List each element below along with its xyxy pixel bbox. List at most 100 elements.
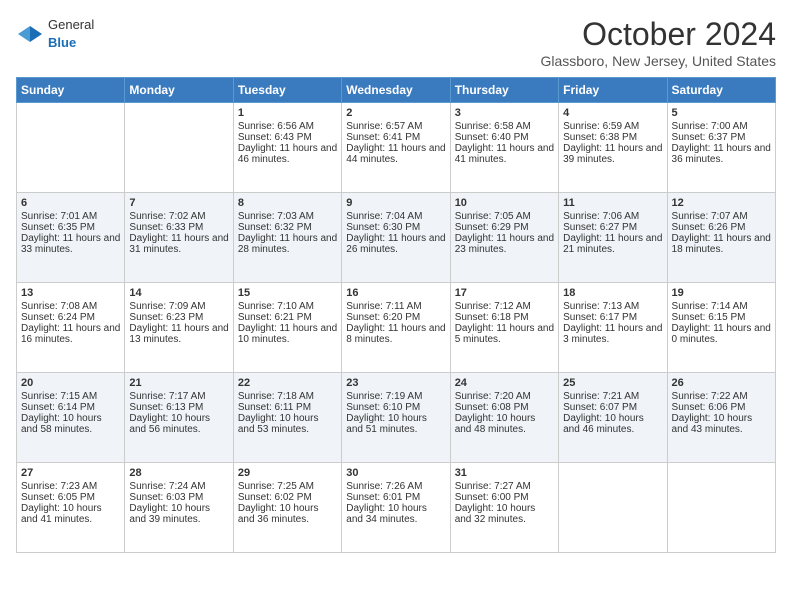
day-info: Daylight: 10 hours and 36 minutes. <box>238 503 337 525</box>
day-number: 14 <box>129 287 228 299</box>
day-info: Sunrise: 7:01 AM <box>21 211 120 222</box>
calendar-cell: 12Sunrise: 7:07 AMSunset: 6:26 PMDayligh… <box>667 193 775 283</box>
day-info: Sunrise: 7:03 AM <box>238 211 337 222</box>
day-info: Sunset: 6:10 PM <box>346 402 445 413</box>
day-info: Daylight: 10 hours and 34 minutes. <box>346 503 445 525</box>
day-number: 7 <box>129 197 228 209</box>
calendar-table: SundayMondayTuesdayWednesdayThursdayFrid… <box>16 77 776 553</box>
day-info: Daylight: 11 hours and 0 minutes. <box>672 323 771 345</box>
day-info: Sunset: 6:38 PM <box>563 132 662 143</box>
day-info: Sunrise: 7:24 AM <box>129 481 228 492</box>
day-info: Sunrise: 7:06 AM <box>563 211 662 222</box>
calendar-cell: 6Sunrise: 7:01 AMSunset: 6:35 PMDaylight… <box>17 193 125 283</box>
day-info: Sunrise: 6:59 AM <box>563 121 662 132</box>
day-info: Sunrise: 7:12 AM <box>455 301 554 312</box>
day-info: Daylight: 11 hours and 26 minutes. <box>346 233 445 255</box>
day-info: Sunrise: 7:04 AM <box>346 211 445 222</box>
day-number: 1 <box>238 107 337 119</box>
day-number: 27 <box>21 467 120 479</box>
logo: General Blue <box>16 16 94 52</box>
day-info: Daylight: 11 hours and 13 minutes. <box>129 323 228 345</box>
day-number: 12 <box>672 197 771 209</box>
day-number: 17 <box>455 287 554 299</box>
logo-blue: Blue <box>48 35 76 50</box>
day-info: Daylight: 11 hours and 39 minutes. <box>563 143 662 165</box>
day-number: 9 <box>346 197 445 209</box>
calendar-cell: 23 Sunrise: 7:19 AMSunset: 6:10 PMDayligh… <box>342 373 450 463</box>
header-cell-saturday: Saturday <box>667 78 775 103</box>
day-info: Daylight: 11 hours and 41 minutes. <box>455 143 554 165</box>
day-number: 15 <box>238 287 337 299</box>
calendar-body: 1Sunrise: 6:56 AMSunset: 6:43 PMDaylight… <box>17 103 776 553</box>
calendar-cell: 25Sunrise: 7:21 AMSunset: 6:07 PMDayligh… <box>559 373 667 463</box>
day-info: Sunset: 6:14 PM <box>21 402 120 413</box>
day-info: Daylight: 11 hours and 44 minutes. <box>346 143 445 165</box>
day-info: Daylight: 10 hours and 56 minutes. <box>129 413 228 435</box>
day-info: Sunset: 6:21 PM <box>238 312 337 323</box>
day-number: 4 <box>563 107 662 119</box>
day-info: Daylight: 10 hours and 43 minutes. <box>672 413 771 435</box>
calendar-cell: 26Sunrise: 7:22 AMSunset: 6:06 PMDayligh… <box>667 373 775 463</box>
day-info: Daylight: 11 hours and 23 minutes. <box>455 233 554 255</box>
day-number: 20 <box>21 377 120 389</box>
day-info: Sunset: 6:27 PM <box>563 222 662 233</box>
day-number: 29 <box>238 467 337 479</box>
day-info: Sunset: 6:23 PM <box>129 312 228 323</box>
day-info: Sunrise: 7:25 AM <box>238 481 337 492</box>
calendar-cell: 17Sunrise: 7:12 AMSunset: 6:18 PMDayligh… <box>450 283 558 373</box>
day-number: 31 <box>455 467 554 479</box>
day-info: Daylight: 10 hours and 46 minutes. <box>563 413 662 435</box>
day-info: Sunrise: 7:21 AM <box>563 391 662 402</box>
calendar-cell <box>17 103 125 193</box>
day-info: Sunset: 6:00 PM <box>455 492 554 503</box>
day-info: Daylight: 11 hours and 5 minutes. <box>455 323 554 345</box>
calendar-cell: 2Sunrise: 6:57 AMSunset: 6:41 PMDaylight… <box>342 103 450 193</box>
day-info: Sunrise: 7:19 AM <box>346 391 445 402</box>
day-info: Sunrise: 7:23 AM <box>21 481 120 492</box>
day-info: Sunset: 6:17 PM <box>563 312 662 323</box>
day-info: Sunset: 6:32 PM <box>238 222 337 233</box>
logo-text: General Blue <box>48 16 94 52</box>
day-number: 11 <box>563 197 662 209</box>
day-info: Daylight: 11 hours and 36 minutes. <box>672 143 771 165</box>
day-info: Daylight: 11 hours and 46 minutes. <box>238 143 337 165</box>
day-info: Sunset: 6:40 PM <box>455 132 554 143</box>
calendar-week-2: 6Sunrise: 7:01 AMSunset: 6:35 PMDaylight… <box>17 193 776 283</box>
day-info: Daylight: 11 hours and 18 minutes. <box>672 233 771 255</box>
calendar-cell: 24Sunrise: 7:20 AMSunset: 6:08 PMDayligh… <box>450 373 558 463</box>
calendar-cell: 31Sunrise: 7:27 AMSunset: 6:00 PMDayligh… <box>450 463 558 553</box>
calendar-cell: 10Sunrise: 7:05 AMSunset: 6:29 PMDayligh… <box>450 193 558 283</box>
day-info: Daylight: 11 hours and 16 minutes. <box>21 323 120 345</box>
day-info: Sunrise: 7:08 AM <box>21 301 120 312</box>
calendar-cell: 3Sunrise: 6:58 AMSunset: 6:40 PMDaylight… <box>450 103 558 193</box>
calendar-cell: 14Sunrise: 7:09 AMSunset: 6:23 PMDayligh… <box>125 283 233 373</box>
day-info: Sunset: 6:07 PM <box>563 402 662 413</box>
calendar-week-5: 27Sunrise: 7:23 AMSunset: 6:05 PMDayligh… <box>17 463 776 553</box>
day-info: Sunrise: 7:00 AM <box>672 121 771 132</box>
day-info: Daylight: 11 hours and 10 minutes. <box>238 323 337 345</box>
day-info: Sunset: 6:02 PM <box>238 492 337 503</box>
day-info: Daylight: 10 hours and 32 minutes. <box>455 503 554 525</box>
day-info: Daylight: 10 hours and 48 minutes. <box>455 413 554 435</box>
day-number: 6 <box>21 197 120 209</box>
day-info: Sunrise: 7:14 AM <box>672 301 771 312</box>
day-number: 2 <box>346 107 445 119</box>
day-number: 21 <box>129 377 228 389</box>
calendar-cell: 13Sunrise: 7:08 AMSunset: 6:24 PMDayligh… <box>17 283 125 373</box>
day-info: Sunset: 6:24 PM <box>21 312 120 323</box>
day-info: Daylight: 11 hours and 3 minutes. <box>563 323 662 345</box>
day-info: Sunrise: 7:26 AM <box>346 481 445 492</box>
day-number: 16 <box>346 287 445 299</box>
header-cell-tuesday: Tuesday <box>233 78 341 103</box>
calendar-cell: 16Sunrise: 7:11 AMSunset: 6:20 PMDayligh… <box>342 283 450 373</box>
day-number: 23 <box>346 377 445 389</box>
day-info: Daylight: 10 hours and 51 minutes. <box>346 413 445 435</box>
day-number: 26 <box>672 377 771 389</box>
location: Glassboro, New Jersey, United States <box>540 53 776 69</box>
day-info: Sunset: 6:37 PM <box>672 132 771 143</box>
calendar-cell: 27Sunrise: 7:23 AMSunset: 6:05 PMDayligh… <box>17 463 125 553</box>
day-info: Sunset: 6:03 PM <box>129 492 228 503</box>
day-info: Sunset: 6:26 PM <box>672 222 771 233</box>
day-number: 22 <box>238 377 337 389</box>
calendar-cell: 20Sunrise: 7:15 AMSunset: 6:14 PMDayligh… <box>17 373 125 463</box>
